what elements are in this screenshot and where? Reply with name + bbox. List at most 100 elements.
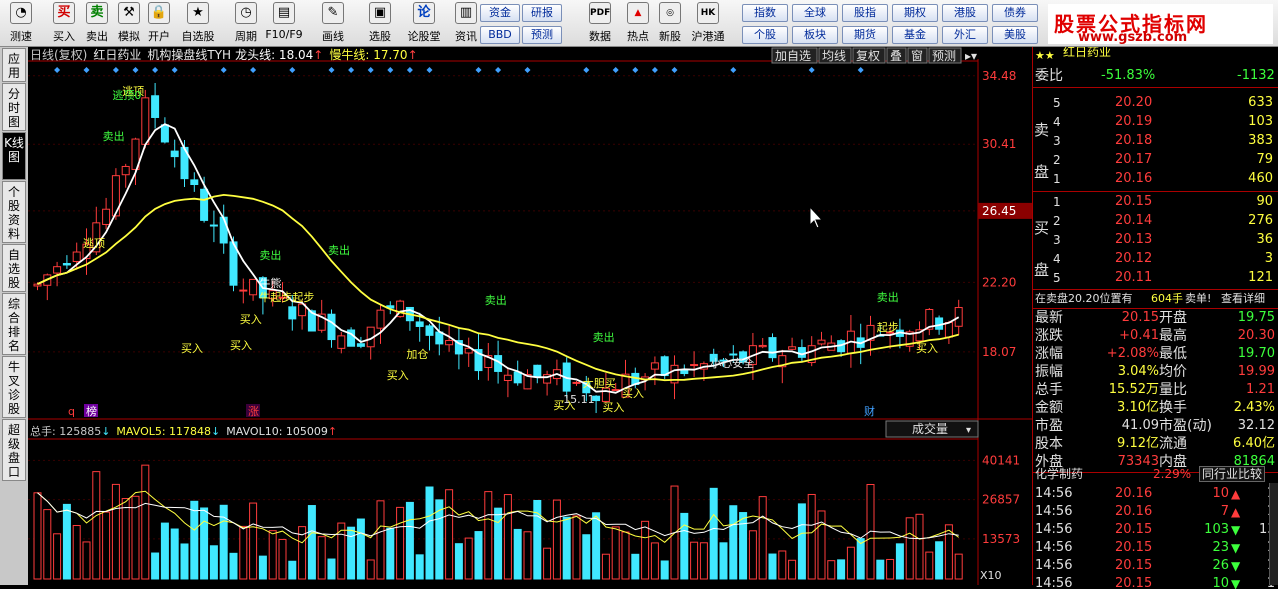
volume-bar[interactable] <box>621 531 630 580</box>
market-button-11[interactable]: 美股 <box>992 26 1038 44</box>
market-button-4[interactable]: 港股 <box>942 4 988 22</box>
volume-bar[interactable] <box>317 536 326 580</box>
volume-bar[interactable] <box>739 512 748 580</box>
volume-bar[interactable] <box>396 506 405 580</box>
volume-bar[interactable] <box>905 517 914 580</box>
volume-bar[interactable] <box>709 487 718 580</box>
volume-bar[interactable] <box>886 558 895 580</box>
market-button-0[interactable]: 指数 <box>742 4 788 22</box>
volume-bar[interactable] <box>680 512 689 580</box>
toolbar-screen-button[interactable]: ▣ 选股 <box>358 2 402 46</box>
left-tab-5[interactable]: 综合排名 <box>2 293 26 355</box>
volume-bar[interactable] <box>288 560 297 580</box>
event-marker[interactable]: 涨 <box>248 405 259 418</box>
volume-bar[interactable] <box>846 546 855 580</box>
volume-bar[interactable] <box>690 541 699 580</box>
notice-detail-link[interactable]: 查看详细 <box>1221 290 1265 308</box>
market-button-5[interactable]: 债券 <box>992 4 1038 22</box>
left-tab-6[interactable]: 牛叉诊股 <box>2 356 26 418</box>
volume-bar[interactable] <box>445 489 454 580</box>
toolbar-f10-button[interactable]: ▤ F10/F9 <box>262 2 306 46</box>
volume-bar[interactable] <box>494 507 503 580</box>
volume-bar[interactable] <box>611 526 620 580</box>
market-button-7[interactable]: 板块 <box>792 26 838 44</box>
volume-bar[interactable] <box>935 541 944 580</box>
volume-bar[interactable] <box>180 543 189 580</box>
volume-bar[interactable] <box>876 559 885 580</box>
volume-bar[interactable] <box>376 500 385 580</box>
volume-bar[interactable] <box>102 511 111 580</box>
volume-bar[interactable] <box>239 525 248 580</box>
volume-bar[interactable] <box>62 503 71 580</box>
volume-bar[interactable] <box>817 510 826 580</box>
volume-bar[interactable] <box>121 498 130 580</box>
volume-bar[interactable] <box>405 501 414 580</box>
toolbar-lock-button[interactable]: 🔒 开户 <box>142 2 176 46</box>
volume-bar[interactable] <box>111 483 120 580</box>
volume-bar[interactable] <box>82 541 91 580</box>
candle[interactable] <box>768 333 777 362</box>
volume-bar[interactable] <box>915 513 924 580</box>
volume-bar[interactable] <box>523 531 532 580</box>
volume-bar[interactable] <box>954 553 963 580</box>
industry-compare-button[interactable]: 同行业比较 <box>1199 466 1266 482</box>
volume-bar[interactable] <box>258 555 267 580</box>
volume-bar[interactable] <box>229 552 238 580</box>
volume-bar[interactable] <box>43 509 52 580</box>
volume-bar[interactable] <box>592 512 601 580</box>
volume-bar[interactable] <box>758 496 767 580</box>
volume-bar[interactable] <box>160 522 169 580</box>
volume-bar[interactable] <box>92 471 101 580</box>
volume-bar[interactable] <box>141 464 150 580</box>
volume-bar[interactable] <box>347 526 356 580</box>
volume-bar[interactable] <box>719 542 728 580</box>
market-button-9[interactable]: 基金 <box>892 26 938 44</box>
toolbar-fire-button[interactable]: ▲ 热点 <box>620 2 656 46</box>
volume-bar[interactable] <box>53 533 62 580</box>
toolbar-ipo-button[interactable]: ◎ 新股 <box>652 2 688 46</box>
volume-bar[interactable] <box>503 494 512 580</box>
scrollbar[interactable] <box>1269 483 1278 585</box>
volume-bar[interactable] <box>249 502 258 580</box>
grid-button-2[interactable]: BBD <box>480 26 520 44</box>
event-marker[interactable]: q <box>68 405 75 418</box>
market-button-2[interactable]: 股指 <box>842 4 888 22</box>
volume-bar[interactable] <box>768 553 777 580</box>
toolbar-pdf-button[interactable]: PDF 数据 <box>582 2 618 46</box>
volume-bar[interactable] <box>944 524 953 580</box>
volume-bar[interactable] <box>641 520 650 580</box>
left-tab-4[interactable]: 自选股 <box>2 244 26 292</box>
event-marker[interactable]: 财 <box>864 404 875 418</box>
volume-bar[interactable] <box>827 560 836 580</box>
volume-bar[interactable] <box>151 552 160 580</box>
left-tab-3[interactable]: 个股资料 <box>2 181 26 243</box>
volume-bar[interactable] <box>552 499 561 580</box>
toolbar-clock-button[interactable]: ◔ 测速 <box>4 2 38 46</box>
volume-bar[interactable] <box>386 527 395 580</box>
volume-bar[interactable] <box>856 538 865 580</box>
left-tab-2[interactable]: K线图 <box>2 132 26 180</box>
left-tab-0[interactable]: 应用 <box>2 48 26 82</box>
toolbar-buy-button[interactable]: 买买入 <box>47 2 81 46</box>
volume-bar[interactable] <box>219 504 228 580</box>
market-button-8[interactable]: 期货 <box>842 26 888 44</box>
volume-bar[interactable] <box>356 518 365 580</box>
volume-bar[interactable] <box>513 528 522 580</box>
volume-bar[interactable] <box>268 530 277 580</box>
volume-bar[interactable] <box>837 559 846 580</box>
volume-bar[interactable] <box>170 528 179 580</box>
volume-bar[interactable] <box>582 534 591 580</box>
left-tab-7[interactable]: 超级盘口 <box>2 419 26 481</box>
volume-bar[interactable] <box>699 542 708 580</box>
chart-menu-icon[interactable]: ▸▾ <box>965 49 977 63</box>
volume-bar[interactable] <box>543 547 552 580</box>
volume-bar[interactable] <box>337 522 346 580</box>
toolbar-hk-button[interactable]: HK 沪港通 <box>690 2 726 46</box>
volume-bar[interactable] <box>778 550 787 580</box>
volume-bar[interactable] <box>807 493 816 580</box>
toolbar-pen-button[interactable]: ✎ 画线 <box>311 2 355 46</box>
volume-bar[interactable] <box>474 531 483 580</box>
volume-bar[interactable] <box>484 491 493 580</box>
volume-bar[interactable] <box>601 553 610 580</box>
volume-bar[interactable] <box>797 503 806 580</box>
